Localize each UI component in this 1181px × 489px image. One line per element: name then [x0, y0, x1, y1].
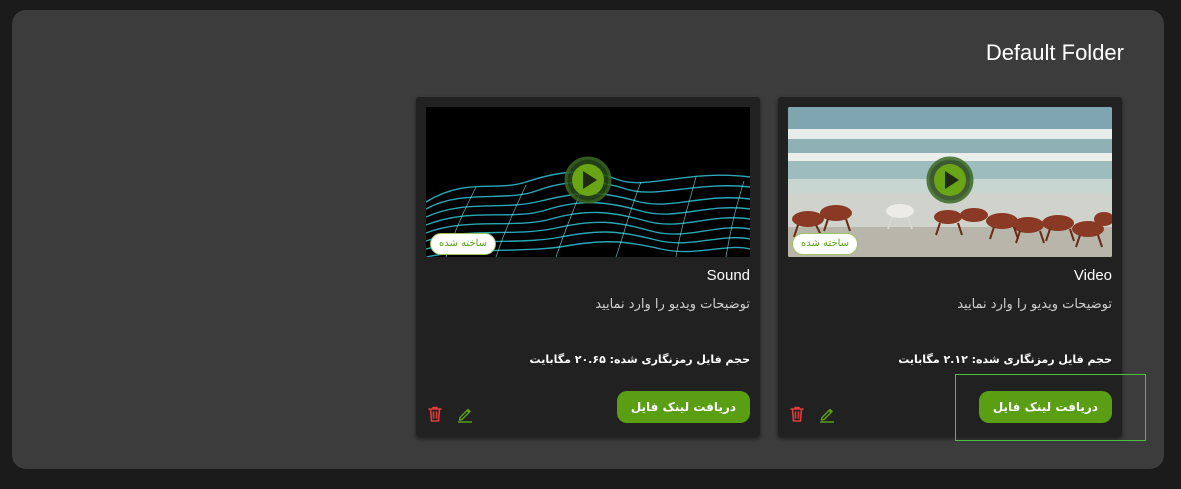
folder-title: Default Folder [985, 40, 1124, 65]
created-badge: ساخته شده [792, 233, 859, 255]
trash-icon[interactable] [426, 405, 444, 423]
file-size-text: حجم فایل رمزنگاری شده: ۲.۱۲ مگابایت [898, 353, 1112, 366]
media-card-sound: ساخته شده Sound توضیحات ویدیو را وارد نم… [416, 97, 760, 437]
trash-icon[interactable] [788, 405, 806, 423]
focus-highlight [955, 374, 1146, 441]
file-size-text: حجم فایل رمزنگاری شده: ۲۰.۶۵ مگابایت [529, 353, 750, 366]
play-icon[interactable] [926, 156, 974, 204]
card-title: Sound [706, 267, 750, 284]
play-icon[interactable] [564, 156, 612, 204]
card-description: توضیحات ویدیو را وارد نمایید [595, 297, 750, 312]
get-file-link-button[interactable]: دریافت لینک فایل [616, 391, 750, 423]
pencil-icon[interactable] [456, 405, 474, 423]
thumbnail-video[interactable]: ساخته شده [788, 107, 1112, 257]
card-title: Video [1073, 267, 1112, 284]
card-description: توضیحات ویدیو را وارد نمایید [957, 297, 1112, 312]
pencil-icon[interactable] [818, 405, 836, 423]
created-badge: ساخته شده [430, 233, 497, 255]
thumbnail-sound[interactable]: ساخته شده [426, 107, 750, 257]
